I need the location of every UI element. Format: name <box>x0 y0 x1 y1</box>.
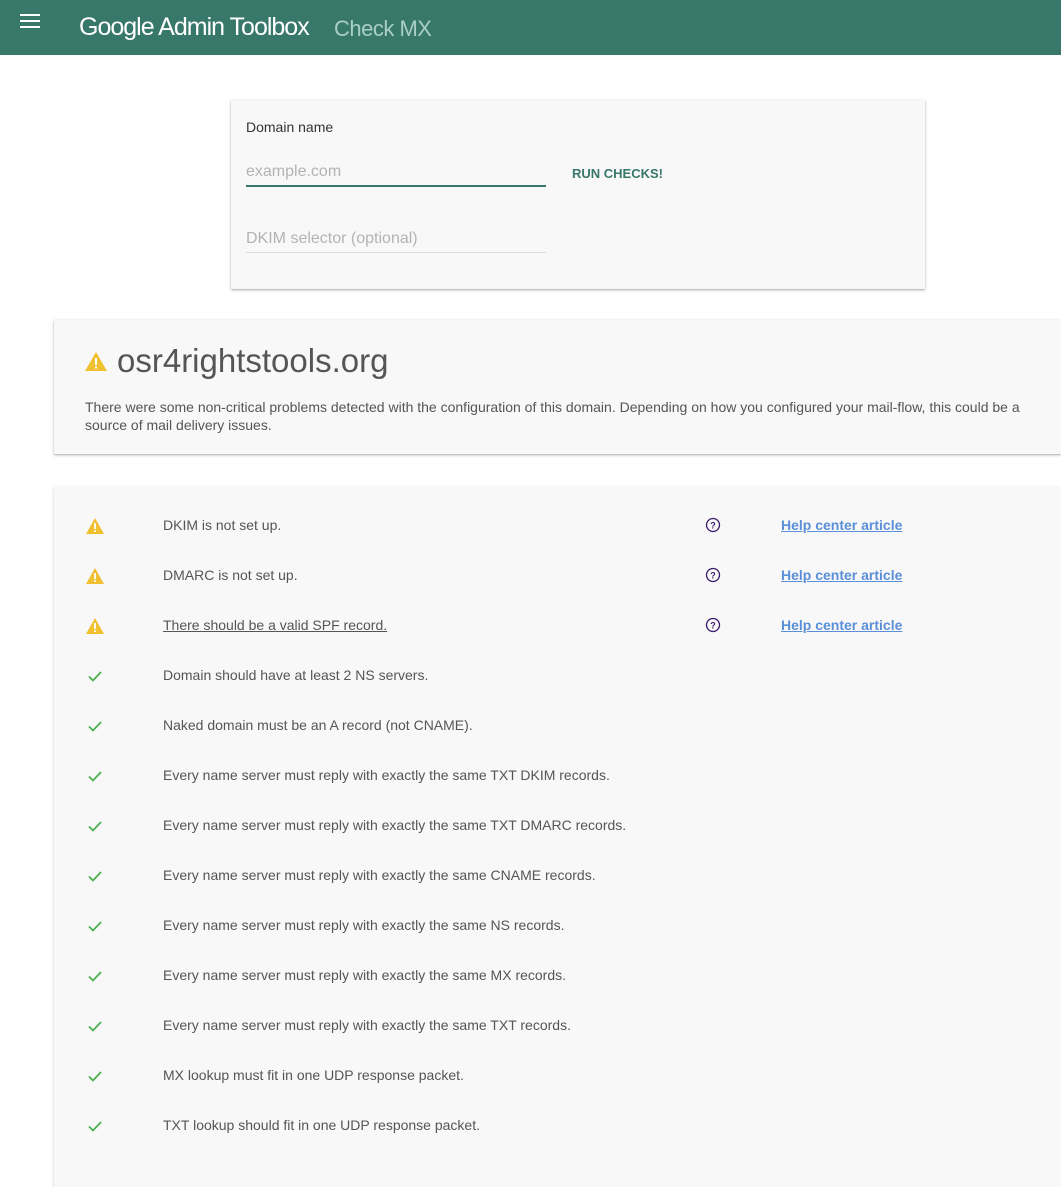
warning-icon <box>86 618 104 634</box>
tool-title: Check MX <box>334 16 432 41</box>
help-circle-icon[interactable]: ? <box>705 517 721 533</box>
result-text: TXT lookup should fit in one UDP respons… <box>163 1117 480 1133</box>
domain-input[interactable] <box>246 163 546 187</box>
result-text[interactable]: There should be a valid SPF record. <box>163 617 387 633</box>
svg-text:?: ? <box>710 521 716 531</box>
result-row: Every name server must reply with exactl… <box>54 902 1061 952</box>
result-row: Every name server must reply with exactl… <box>54 1002 1061 1052</box>
result-row: Every name server must reply with exactl… <box>54 802 1061 852</box>
results-list: DKIM is not set up.? Help center article D… <box>54 487 1061 1187</box>
help-circle-icon[interactable]: ? <box>705 567 721 583</box>
result-text: DMARC is not set up. <box>163 567 298 583</box>
domain-title: osr4rightstools.org <box>117 342 389 379</box>
check-icon <box>88 821 102 832</box>
warning-icon <box>86 568 104 584</box>
summary-card: osr4rightstools.org There were some non-… <box>54 320 1061 454</box>
result-text: Naked domain must be an A record (not CN… <box>163 717 473 733</box>
result-row: Every name server must reply with exactl… <box>54 952 1061 1002</box>
result-text: Domain should have at least 2 NS servers… <box>163 667 429 683</box>
help-center-link[interactable]: Help center article <box>781 567 902 583</box>
result-text: Every name server must reply with exactl… <box>163 1017 571 1033</box>
warning-icon <box>86 518 104 534</box>
check-icon <box>88 721 102 732</box>
check-icon <box>88 771 102 782</box>
domain-label: Domain name <box>246 119 334 135</box>
check-icon <box>88 971 102 982</box>
result-text: Every name server must reply with exactl… <box>163 817 627 833</box>
run-checks-button[interactable]: RUN CHECKS! <box>564 163 671 185</box>
result-row: MX lookup must fit in one UDP response p… <box>54 1052 1061 1102</box>
app-bar: Google Admin Toolbox Check MX <box>0 0 1061 55</box>
result-text: Every name server must reply with exactl… <box>163 967 567 983</box>
dkim-selector-input[interactable] <box>246 230 546 253</box>
help-center-link[interactable]: Help center article <box>781 617 902 633</box>
check-icon <box>88 921 102 932</box>
result-row: There should be a valid SPF record.? Help… <box>54 602 1061 652</box>
check-icon <box>88 1071 102 1082</box>
result-text: MX lookup must fit in one UDP response p… <box>163 1067 464 1083</box>
result-text: Every name server must reply with exactl… <box>163 867 596 883</box>
summary-message: There were some non-critical problems de… <box>85 399 1020 433</box>
check-icon <box>88 1121 102 1132</box>
result-text: DKIM is not set up. <box>163 517 282 533</box>
result-text: Every name server must reply with exactl… <box>163 767 610 783</box>
check-icon <box>88 871 102 882</box>
result-text: Every name server must reply with exactl… <box>163 917 565 933</box>
help-center-link[interactable]: Help center article <box>781 517 902 533</box>
check-icon <box>88 671 102 682</box>
result-row: TXT lookup should fit in one UDP respons… <box>54 1102 1061 1152</box>
check-icon <box>88 1021 102 1032</box>
result-row: Domain should have at least 2 NS servers… <box>54 652 1061 702</box>
app-title: Google Admin Toolbox <box>79 13 310 41</box>
warning-icon <box>85 352 107 371</box>
result-row: DMARC is not set up.? Help center article <box>54 552 1061 602</box>
result-row: Every name server must reply with exactl… <box>54 852 1061 902</box>
menu-icon[interactable] <box>20 14 40 30</box>
result-row: DKIM is not set up.? Help center article <box>54 502 1061 552</box>
result-row: Naked domain must be an A record (not CN… <box>54 702 1061 752</box>
help-circle-icon[interactable]: ? <box>705 617 721 633</box>
result-row: Every name server must reply with exactl… <box>54 752 1061 802</box>
svg-text:?: ? <box>710 571 716 581</box>
svg-text:?: ? <box>710 621 716 631</box>
search-card: Domain name RUN CHECKS! <box>231 100 925 289</box>
